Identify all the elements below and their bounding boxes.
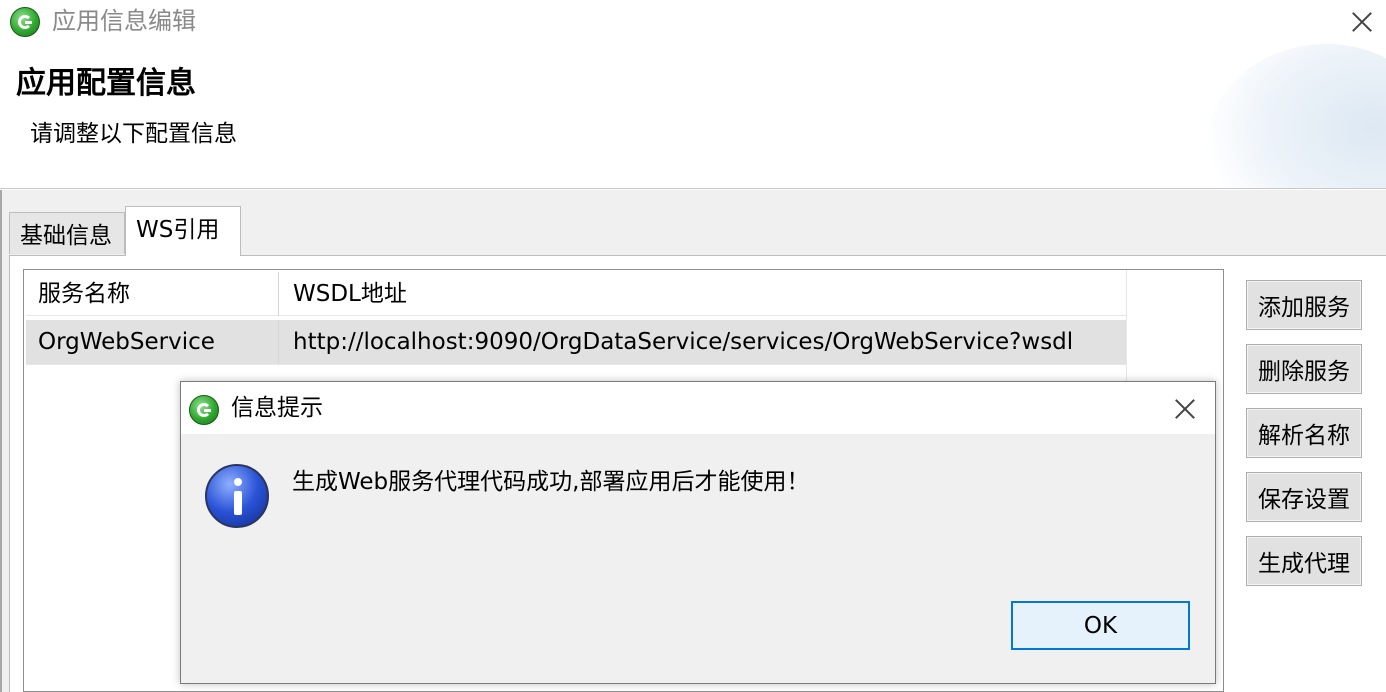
app-logo-icon [10,7,40,37]
column-header-wsdl-url[interactable]: WSDL地址 [279,272,1126,316]
save-settings-button[interactable]: 保存设置 [1246,472,1362,522]
app-info-edit-window: 应用信息编辑 应用配置信息 请调整以下配置信息 基础信息 WS引用 服务名称 W… [0,0,1386,692]
wsdl-url-cell[interactable]: http://localhost:9090/OrgDataService/ser… [279,320,1126,364]
wizard-header: 应用配置信息 请调整以下配置信息 [0,44,1386,188]
page-title: 应用配置信息 [16,66,196,101]
table-gridline [26,364,1126,365]
info-message-dialog: 信息提示 生成Web服务代理代码成功,部署应用后才能使用！ OK [180,381,1216,684]
window-titlebar: 应用信息编辑 [0,0,1386,44]
tab-basic-info[interactable]: 基础信息 [9,212,125,254]
info-icon [205,464,269,528]
dialog-title: 信息提示 [231,395,323,421]
page-subtitle: 请调整以下配置信息 [30,121,237,147]
delete-service-button[interactable]: 删除服务 [1246,344,1362,394]
tab-ws-reference[interactable]: WS引用 [125,206,241,256]
header-divider [0,188,1386,190]
close-icon[interactable] [1348,8,1376,36]
add-service-button[interactable]: 添加服务 [1246,280,1362,330]
app-logo-icon [189,395,219,425]
dialog-titlebar: 信息提示 [181,382,1215,434]
service-name-cell[interactable]: OrgWebService [26,320,279,364]
ok-button[interactable]: OK [1011,601,1190,650]
generate-proxy-button[interactable]: 生成代理 [1246,536,1362,586]
dialog-message: 生成Web服务代理代码成功,部署应用后才能使用！ [292,469,810,495]
table-gridline-vertical [1126,270,1127,382]
close-icon[interactable] [1171,395,1199,423]
table-header-row: 服务名称 WSDL地址 [26,272,1126,316]
column-header-service-name[interactable]: 服务名称 [26,272,279,316]
window-left-edge [0,190,4,692]
table-row[interactable]: OrgWebService http://localhost:9090/OrgD… [26,320,1126,364]
parse-name-button[interactable]: 解析名称 [1246,408,1362,458]
header-decoration [1206,44,1386,188]
window-title: 应用信息编辑 [52,7,196,35]
